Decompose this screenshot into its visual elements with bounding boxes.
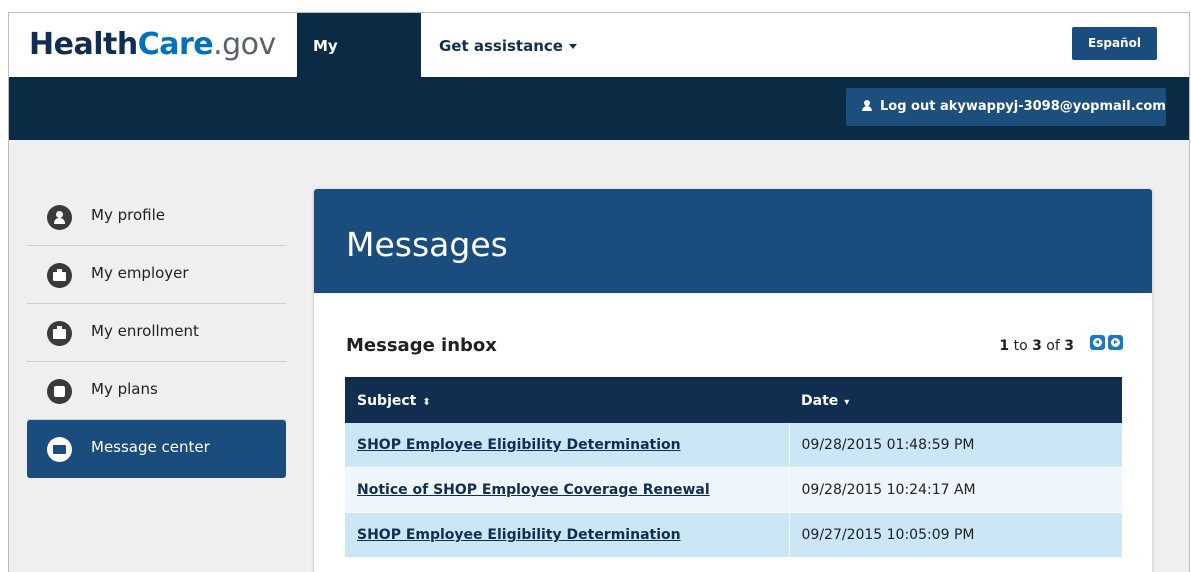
sidebar: My profile My employer My enrollment My … [27,188,286,478]
sidebar-item-my-employer[interactable]: My employer [27,246,286,304]
sidebar-item-my-enrollment[interactable]: My enrollment [27,304,286,362]
table-row[interactable]: Notice of SHOP Employee Coverage Renewal… [345,467,1122,513]
column-header-subject[interactable]: Subject ⬍ [345,378,789,423]
paging-total: 3 [1064,338,1074,354]
sidebar-item-label: Message center [91,438,210,456]
paging-to-word: to [1013,338,1028,354]
messages-panel: Messages Message inbox 1 to 3 of 3 Subje… [314,189,1152,572]
message-date: 09/28/2015 10:24:17 AM [788,467,1122,513]
inbox-title: Message inbox [346,335,497,356]
paging-to: 3 [1032,338,1042,354]
medical-bag-icon [47,321,72,346]
sidebar-item-message-center[interactable]: Message center [27,420,286,478]
browser-frame: HealthCare.gov My account Get assistance… [8,12,1190,572]
nav-get-assistance-label: Get assistance [439,37,563,55]
sort-down-icon: ▾ [844,397,850,409]
user-icon [47,205,72,230]
logout-label: Log out akywappyj-3098@yopmail.com [880,99,1166,114]
paging-from: 1 [999,338,1010,354]
sidebar-item-label: My plans [91,380,158,398]
message-subject-link[interactable]: Notice of SHOP Employee Coverage Renewal [357,482,710,498]
message-date: 09/27/2015 10:05:09 PM [788,512,1122,558]
column-subject-label: Subject [357,393,417,410]
envelope-icon [47,437,72,462]
page-title: Messages [346,225,508,264]
sidebar-item-my-plans[interactable]: My plans [27,362,286,420]
sidebar-item-my-profile[interactable]: My profile [27,188,286,246]
logo-health: Health [29,27,138,62]
sidebar-item-label: My profile [91,206,165,224]
caret-down-icon [568,44,577,49]
column-date-label: Date [801,393,839,410]
message-subject-link[interactable]: SHOP Employee Eligibility Determination [357,527,681,543]
briefcase-icon [47,263,72,288]
logo-gov: .gov [213,27,276,62]
nav-get-assistance[interactable]: Get assistance [423,13,593,77]
table-row[interactable]: SHOP Employee Eligibility Determination … [345,422,1122,468]
messages-table: Subject ⬍ Date ▾ SHOP Employee Eligibility… [345,377,1122,558]
sidebar-item-label: My enrollment [91,322,199,340]
card-icon [47,379,72,404]
espanol-button[interactable]: Español [1072,27,1157,60]
next-page-icon[interactable] [1108,335,1123,350]
sidebar-item-label: My employer [91,264,189,282]
logout-button[interactable]: Log out akywappyj-3098@yopmail.com [846,88,1166,126]
column-header-date[interactable]: Date ▾ [789,378,1122,423]
sort-both-icon: ⬍ [422,397,431,409]
top-nav: HealthCare.gov My account Get assistance… [9,13,1189,121]
table-header-row: Subject ⬍ Date ▾ [345,378,1122,423]
message-subject-link[interactable]: SHOP Employee Eligibility Determination [357,437,681,453]
nav-my-account[interactable]: My account [297,13,421,121]
healthcare-gov-logo[interactable]: HealthCare.gov [29,27,276,62]
previous-page-icon[interactable] [1090,335,1105,350]
message-date: 09/28/2015 01:48:59 PM [788,422,1122,468]
paging-of-word: of [1046,338,1060,354]
pagination-status: 1 to 3 of 3 [999,338,1074,354]
logo-care: Care [137,27,214,62]
table-row[interactable]: SHOP Employee Eligibility Determination … [345,512,1122,558]
user-icon [862,100,872,111]
account-bar: Log out akywappyj-3098@yopmail.com [9,77,1189,140]
